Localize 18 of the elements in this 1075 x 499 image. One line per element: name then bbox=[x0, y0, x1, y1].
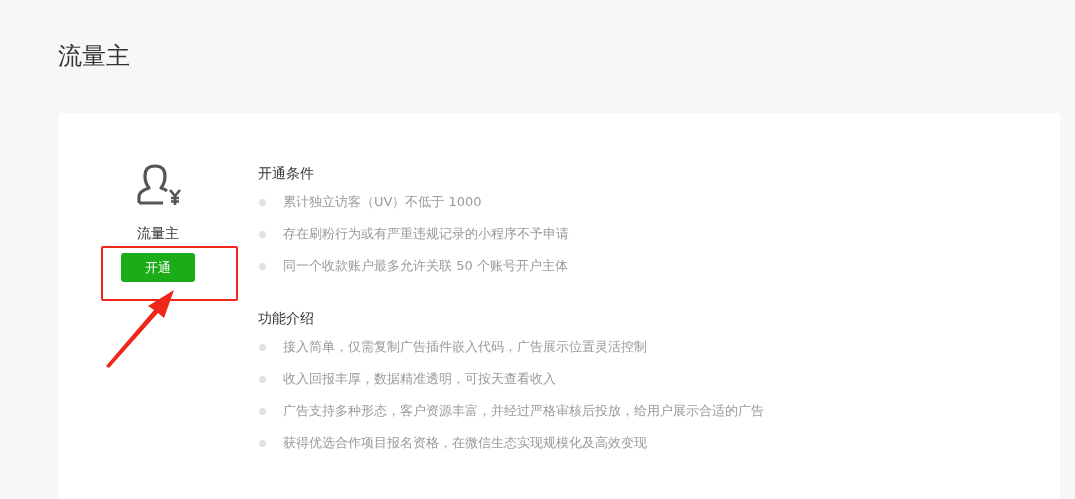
list-item-text: 广告支持多种形态，客户资源丰富，并经过严格审核后投放，给用户展示合适的广告 bbox=[283, 402, 764, 420]
list-item-text: 存在刷粉行为或有严重违规记录的小程序不予申请 bbox=[283, 225, 569, 243]
product-name: 流量主 bbox=[137, 224, 179, 243]
page-title: 流量主 bbox=[58, 41, 131, 72]
bullet-icon bbox=[259, 230, 266, 238]
list-item-text: 累计独立访客（UV）不低于 1000 bbox=[283, 193, 482, 211]
list-item-text: 接入简单，仅需复制广告插件嵌入代码，广告展示位置灵活控制 bbox=[283, 338, 647, 356]
bullet-icon bbox=[259, 439, 266, 447]
list-item-text: 获得优选合作项目报名资格，在微信生态实现规模化及高效变现 bbox=[283, 434, 647, 452]
bullet-icon bbox=[259, 343, 266, 351]
list-item-text: 收入回报丰厚，数据精准透明，可按天查看收入 bbox=[283, 370, 556, 388]
bullet-icon bbox=[259, 375, 266, 383]
section-heading: 开通条件 bbox=[258, 164, 315, 183]
section-heading: 功能介绍 bbox=[258, 309, 315, 328]
open-button[interactable]: 开通 bbox=[121, 253, 195, 282]
bullet-icon bbox=[259, 262, 266, 270]
bullet-icon bbox=[259, 407, 266, 415]
bullet-icon bbox=[259, 198, 266, 206]
